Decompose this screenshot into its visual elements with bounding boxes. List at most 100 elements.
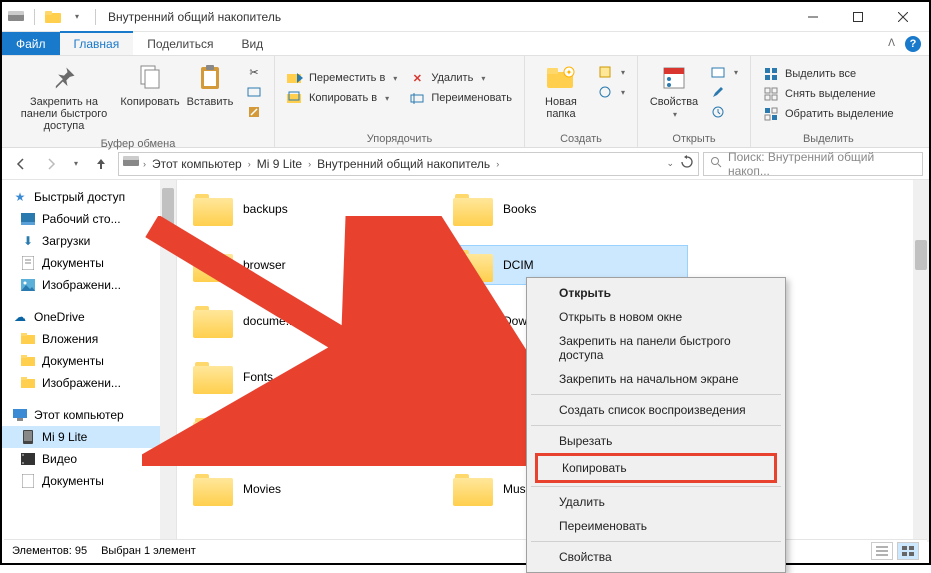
pin-to-quick-access-button[interactable]: Закрепить на панели быстрого доступа bbox=[10, 58, 118, 136]
window-controls bbox=[790, 3, 925, 31]
sidebar-documents2[interactable]: Документы bbox=[2, 350, 176, 372]
sidebar-attachments[interactable]: Вложения bbox=[2, 328, 176, 350]
new-folder-button[interactable]: ✦ Новая папка bbox=[533, 58, 589, 124]
folder-icon bbox=[193, 472, 233, 506]
window-title: Внутренний общий накопитель bbox=[108, 10, 281, 24]
select-none-icon bbox=[763, 86, 779, 102]
folder-documents[interactable]: docume... bbox=[187, 302, 427, 340]
sidebar-pictures2[interactable]: Изображени... bbox=[2, 372, 176, 394]
history-button[interactable] bbox=[706, 102, 742, 122]
refresh-icon[interactable] bbox=[680, 155, 694, 172]
cm-rename[interactable]: Переименовать bbox=[529, 514, 783, 538]
new-item-button[interactable]: ▾ bbox=[593, 62, 629, 82]
folder-browser[interactable]: browser bbox=[187, 246, 427, 284]
sidebar-documents[interactable]: Документы📌 bbox=[2, 252, 176, 274]
maximize-button[interactable] bbox=[835, 3, 880, 31]
crumb-this-pc[interactable]: Этот компьютер bbox=[150, 157, 244, 171]
up-button[interactable] bbox=[88, 151, 114, 177]
paste-shortcut-button[interactable] bbox=[242, 102, 266, 122]
search-input[interactable]: Поиск: Внутренний общий накоп... bbox=[703, 152, 923, 176]
forward-button[interactable] bbox=[38, 151, 64, 177]
crumb-device[interactable]: Mi 9 Lite bbox=[255, 157, 304, 171]
path-icon bbox=[246, 84, 262, 100]
folder-miui[interactable]: MIUI bbox=[187, 414, 427, 452]
cm-properties[interactable]: Свойства bbox=[529, 545, 783, 569]
cm-pin-qa[interactable]: Закрепить на панели быстрого доступа bbox=[529, 329, 783, 367]
sidebar-device[interactable]: Mi 9 Lite bbox=[2, 426, 176, 448]
ribbon-group-organize: Переместить в▾ Копировать в▾ ✕ Удалить▾ … bbox=[275, 56, 525, 147]
view-icons-button[interactable] bbox=[897, 542, 919, 560]
cm-open[interactable]: Открыть bbox=[529, 281, 783, 305]
folder-books[interactable]: Books bbox=[447, 190, 687, 228]
copy-to-button[interactable]: Копировать в▾ bbox=[283, 88, 401, 108]
sidebar-pictures[interactable]: Изображени...📌 bbox=[2, 274, 176, 296]
folder-backups[interactable]: backups bbox=[187, 190, 427, 228]
delete-button[interactable]: ✕ Удалить▾ bbox=[405, 68, 516, 88]
titlebar: ▾ Внутренний общий накопитель bbox=[2, 2, 929, 32]
view-details-button[interactable] bbox=[871, 542, 893, 560]
easy-access-button[interactable]: ▾ bbox=[593, 82, 629, 102]
document-icon bbox=[20, 255, 36, 271]
select-all-button[interactable]: Выделить все bbox=[759, 64, 898, 84]
sidebar-videos[interactable]: Видео bbox=[2, 448, 176, 470]
copy-path-button[interactable] bbox=[242, 82, 266, 102]
cm-delete[interactable]: Удалить bbox=[529, 490, 783, 514]
sidebar: ★Быстрый доступ Рабочий сто...📌 ⬇Загрузк… bbox=[2, 180, 177, 542]
select-all-icon bbox=[763, 66, 779, 82]
address-bar-row: ▾ › Этот компьютер › Mi 9 Lite › Внутрен… bbox=[2, 148, 929, 180]
help-icon[interactable]: ? bbox=[905, 36, 921, 52]
invert-selection-button[interactable]: Обратить выделение bbox=[759, 104, 898, 124]
folder-qat-icon[interactable] bbox=[43, 7, 63, 27]
sidebar-downloads[interactable]: ⬇Загрузки📌 bbox=[2, 230, 176, 252]
properties-icon bbox=[658, 62, 690, 94]
properties-button[interactable]: Свойства▾ bbox=[646, 58, 702, 123]
content-scrollbar[interactable] bbox=[913, 180, 929, 542]
open-button[interactable]: ▾ bbox=[706, 62, 742, 82]
dropdown-icon[interactable]: ⌄ bbox=[666, 158, 674, 169]
star-icon: ★ bbox=[12, 189, 28, 205]
folder-icon bbox=[20, 331, 36, 347]
cm-pin-start[interactable]: Закрепить на начальном экране bbox=[529, 367, 783, 391]
rename-button[interactable]: Переименовать bbox=[405, 88, 516, 108]
tab-home[interactable]: Главная bbox=[60, 31, 134, 55]
minimize-button[interactable] bbox=[790, 3, 835, 31]
cm-open-new[interactable]: Открыть в новом окне bbox=[529, 305, 783, 329]
chevron-down-icon[interactable]: ▾ bbox=[67, 7, 87, 27]
ribbon-group-select: Выделить все Снять выделение Обратить вы… bbox=[751, 56, 906, 147]
copy-button[interactable]: Копировать bbox=[122, 58, 178, 112]
copy-to-icon bbox=[287, 90, 303, 106]
easy-access-icon bbox=[597, 84, 613, 100]
paste-button[interactable]: Вставить bbox=[182, 58, 238, 112]
sidebar-desktop[interactable]: Рабочий сто...📌 bbox=[2, 208, 176, 230]
recent-button[interactable]: ▾ bbox=[68, 151, 84, 177]
drive-icon bbox=[6, 7, 26, 27]
svg-text:✦: ✦ bbox=[566, 68, 573, 77]
tab-share[interactable]: Поделиться bbox=[133, 32, 227, 55]
breadcrumb[interactable]: › Этот компьютер › Mi 9 Lite › Внутренни… bbox=[118, 152, 699, 176]
close-button[interactable] bbox=[880, 3, 925, 31]
folder-movies[interactable]: Movies bbox=[187, 470, 427, 508]
cm-playlist[interactable]: Создать список воспроизведения bbox=[529, 398, 783, 422]
sidebar-quick-access[interactable]: ★Быстрый доступ bbox=[2, 186, 176, 208]
sidebar-onedrive[interactable]: ☁OneDrive bbox=[2, 306, 176, 328]
tab-file[interactable]: Файл bbox=[2, 32, 60, 55]
back-button[interactable] bbox=[8, 151, 34, 177]
sidebar-this-pc[interactable]: Этот компьютер bbox=[2, 404, 176, 426]
open-icon bbox=[710, 64, 726, 80]
folder-fonts[interactable]: Fonts bbox=[187, 358, 427, 396]
cm-copy[interactable]: Копировать bbox=[538, 456, 774, 480]
folder-icon bbox=[193, 416, 233, 450]
sidebar-scrollbar[interactable] bbox=[160, 180, 176, 542]
annotation-highlight: Копировать bbox=[535, 453, 777, 483]
cut-button[interactable]: ✂ bbox=[242, 62, 266, 82]
crumb-storage[interactable]: Внутренний общий накопитель bbox=[315, 157, 492, 171]
cm-cut[interactable]: Вырезать bbox=[529, 429, 783, 453]
history-icon bbox=[710, 104, 726, 120]
collapse-ribbon-icon[interactable]: ᐱ bbox=[888, 38, 895, 49]
select-none-button[interactable]: Снять выделение bbox=[759, 84, 898, 104]
sidebar-documents3[interactable]: Документы bbox=[2, 470, 176, 492]
move-to-button[interactable]: Переместить в▾ bbox=[283, 68, 401, 88]
folder-icon bbox=[20, 375, 36, 391]
edit-button[interactable] bbox=[706, 82, 742, 102]
tab-view[interactable]: Вид bbox=[227, 32, 277, 55]
